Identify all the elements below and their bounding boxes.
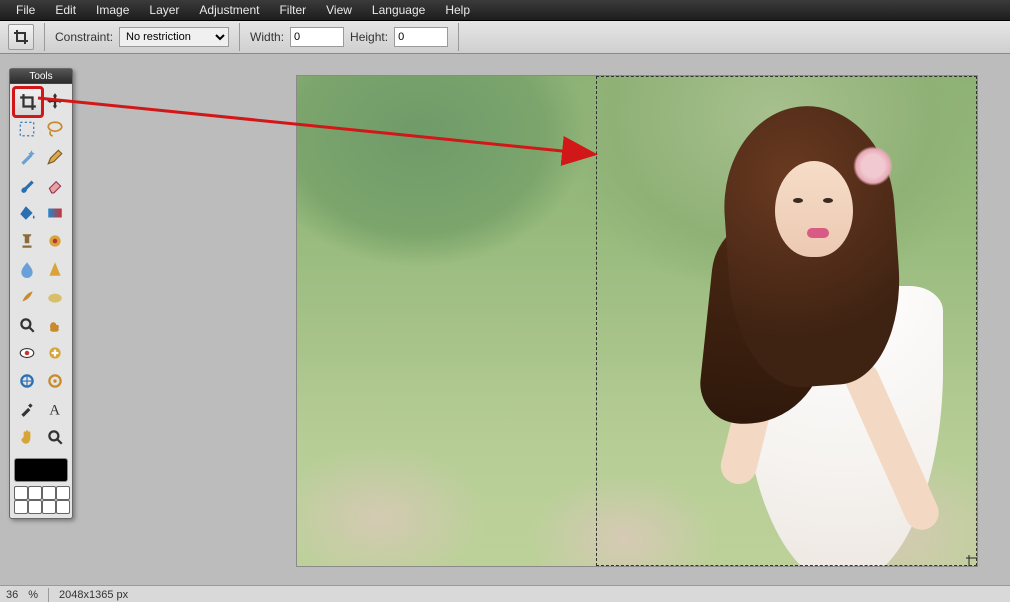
pencil-tool[interactable] bbox=[42, 144, 68, 170]
blur-tool[interactable] bbox=[14, 256, 40, 282]
menu-edit[interactable]: Edit bbox=[45, 3, 86, 17]
crop-tool[interactable] bbox=[14, 88, 42, 116]
menu-adjustment[interactable]: Adjustment bbox=[189, 3, 269, 17]
menu-layer[interactable]: Layer bbox=[139, 3, 189, 17]
sponge-tool[interactable] bbox=[42, 284, 68, 310]
color-picker-tool[interactable] bbox=[14, 396, 40, 422]
crop-icon[interactable] bbox=[8, 24, 34, 50]
screen-mode-7[interactable] bbox=[42, 500, 56, 514]
zoom-percent-icon: % bbox=[28, 589, 38, 601]
workspace: Tools A 36 % 2048x1365 px bbox=[0, 54, 1010, 602]
move-tool[interactable] bbox=[42, 88, 68, 114]
dodge-tool[interactable] bbox=[14, 312, 40, 338]
screen-mode-4[interactable] bbox=[56, 486, 70, 500]
menu-language[interactable]: Language bbox=[362, 3, 435, 17]
lasso-tool[interactable] bbox=[42, 116, 68, 142]
screen-mode-2[interactable] bbox=[28, 486, 42, 500]
menubar: File Edit Image Layer Adjustment Filter … bbox=[0, 0, 1010, 21]
menu-help[interactable]: Help bbox=[435, 3, 480, 17]
foreground-color-swatch[interactable] bbox=[14, 458, 68, 482]
spot-heal-tool[interactable] bbox=[42, 340, 68, 366]
width-input[interactable] bbox=[290, 27, 344, 47]
paint-bucket-tool[interactable] bbox=[14, 200, 40, 226]
eraser-tool[interactable] bbox=[42, 172, 68, 198]
sharpen-tool[interactable] bbox=[42, 256, 68, 282]
tool-options-bar: Constraint: No restriction Width: Height… bbox=[0, 21, 1010, 54]
screen-mode-3[interactable] bbox=[42, 486, 56, 500]
hand-tool[interactable] bbox=[14, 424, 40, 450]
constraint-select[interactable]: No restriction bbox=[119, 27, 229, 47]
red-eye-tool[interactable] bbox=[14, 340, 40, 366]
image-content bbox=[297, 76, 977, 566]
zoom-tool[interactable] bbox=[42, 424, 68, 450]
bloat-tool[interactable] bbox=[14, 368, 40, 394]
screen-mode-grid bbox=[10, 484, 72, 518]
tools-panel-title[interactable]: Tools bbox=[10, 69, 72, 84]
separator bbox=[44, 23, 45, 51]
gradient-tool[interactable] bbox=[42, 200, 68, 226]
type-tool[interactable]: A bbox=[42, 396, 68, 422]
image-dimensions: 2048x1365 px bbox=[59, 589, 128, 601]
brush-tool[interactable] bbox=[14, 172, 40, 198]
tools-panel[interactable]: Tools A bbox=[9, 68, 73, 519]
screen-mode-8[interactable] bbox=[56, 500, 70, 514]
pinch-tool[interactable] bbox=[42, 368, 68, 394]
height-label: Height: bbox=[350, 30, 388, 44]
svg-text:A: A bbox=[49, 403, 60, 418]
separator bbox=[239, 23, 240, 51]
wand-tool[interactable] bbox=[14, 144, 40, 170]
smudge-tool[interactable] bbox=[14, 284, 40, 310]
menu-view[interactable]: View bbox=[316, 3, 362, 17]
width-label: Width: bbox=[250, 30, 284, 44]
screen-mode-5[interactable] bbox=[14, 500, 28, 514]
zoom-value: 36 bbox=[6, 589, 18, 601]
height-input[interactable] bbox=[394, 27, 448, 47]
crop-cursor-icon bbox=[965, 554, 978, 567]
color-replace-tool[interactable] bbox=[42, 228, 68, 254]
menu-filter[interactable]: Filter bbox=[269, 3, 316, 17]
status-bar: 36 % 2048x1365 px bbox=[0, 585, 1010, 602]
clone-stamp-tool[interactable] bbox=[14, 228, 40, 254]
burn-tool[interactable] bbox=[42, 312, 68, 338]
constraint-label: Constraint: bbox=[55, 30, 113, 44]
marquee-tool[interactable] bbox=[14, 116, 40, 142]
screen-mode-1[interactable] bbox=[14, 486, 28, 500]
menu-image[interactable]: Image bbox=[86, 3, 139, 17]
canvas[interactable] bbox=[296, 75, 978, 567]
screen-mode-6[interactable] bbox=[28, 500, 42, 514]
separator bbox=[48, 588, 49, 602]
separator bbox=[458, 23, 459, 51]
menu-file[interactable]: File bbox=[6, 3, 45, 17]
